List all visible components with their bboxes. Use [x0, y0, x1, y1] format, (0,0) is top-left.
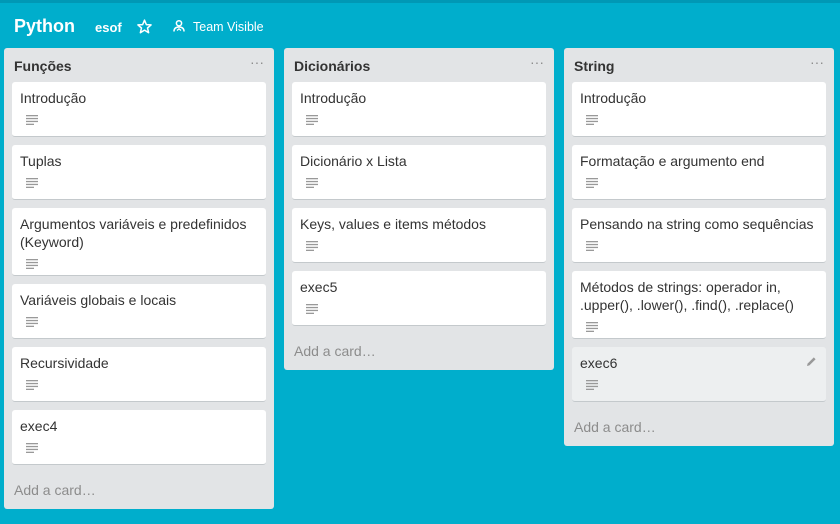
visibility-label[interactable]: Team Visible: [193, 20, 264, 34]
card[interactable]: exec4: [12, 410, 266, 465]
card[interactable]: Dicionário x Lista: [292, 145, 546, 200]
description-icon: [26, 443, 38, 453]
card[interactable]: Argumentos variáveis e predefinidos (Key…: [12, 208, 266, 276]
list-dicionarios: Dicionários ··· Introdução Dicionário x …: [284, 48, 554, 370]
card[interactable]: Métodos de strings: operador in, .upper(…: [572, 271, 826, 339]
list-title[interactable]: String: [574, 58, 614, 74]
card[interactable]: Tuplas: [12, 145, 266, 200]
card-title: Argumentos variáveis e predefinidos (Key…: [20, 216, 247, 250]
description-icon: [586, 178, 598, 188]
card-title: Pensando na string como sequências: [580, 216, 814, 232]
list-string: String ··· Introdução Formatação e argum…: [564, 48, 834, 446]
pencil-icon[interactable]: [806, 356, 817, 367]
list-menu-icon[interactable]: ···: [250, 54, 264, 70]
description-icon: [306, 115, 318, 125]
add-card-button[interactable]: Add a card…: [4, 473, 274, 509]
add-card-button[interactable]: Add a card…: [284, 334, 554, 370]
description-icon: [306, 178, 318, 188]
card-title: Recursividade: [20, 355, 109, 371]
card-title: Variáveis globais e locais: [20, 292, 177, 308]
description-icon: [586, 241, 598, 251]
card-title: Introdução: [20, 90, 87, 106]
card[interactable]: Introdução: [292, 82, 546, 137]
card[interactable]: exec6: [572, 347, 826, 402]
card-title: Tuplas: [20, 153, 62, 169]
card[interactable]: Recursividade: [12, 347, 266, 402]
list-header: String ···: [564, 48, 834, 82]
description-icon: [306, 304, 318, 314]
list-title[interactable]: Funções: [14, 58, 72, 74]
card-title: Keys, values e items métodos: [300, 216, 486, 232]
description-icon: [586, 115, 598, 125]
list-menu-icon[interactable]: ···: [530, 54, 544, 70]
card-title: Introdução: [300, 90, 367, 106]
star-icon[interactable]: [137, 19, 152, 34]
card[interactable]: exec5: [292, 271, 546, 326]
card[interactable]: Variáveis globais e locais: [12, 284, 266, 339]
list-header: Funções ···: [4, 48, 274, 82]
list-funcoes: Funções ··· Introdução Tuplas Argumentos…: [4, 48, 274, 509]
board-header: Python esof Team Visible: [0, 0, 840, 48]
description-icon: [586, 322, 598, 332]
card-title: Formatação e argumento end: [580, 153, 765, 169]
card[interactable]: Introdução: [12, 82, 266, 137]
card-title: Introdução: [580, 90, 647, 106]
description-icon: [586, 380, 598, 390]
card-title: exec4: [20, 418, 58, 434]
description-icon: [26, 115, 38, 125]
description-icon: [26, 259, 38, 269]
add-card-button[interactable]: Add a card…: [564, 410, 834, 446]
description-icon: [306, 241, 318, 251]
card[interactable]: Pensando na string como sequências: [572, 208, 826, 263]
card-title: exec6: [580, 355, 618, 371]
list-header: Dicionários ···: [284, 48, 554, 82]
card[interactable]: Keys, values e items métodos: [292, 208, 546, 263]
board-org-link[interactable]: esof: [95, 20, 122, 35]
card-title: Métodos de strings: operador in, .upper(…: [580, 279, 794, 313]
description-icon: [26, 380, 38, 390]
list-menu-icon[interactable]: ···: [810, 54, 824, 70]
team-icon[interactable]: [172, 19, 186, 33]
list-title[interactable]: Dicionários: [294, 58, 370, 74]
card-title: exec5: [300, 279, 338, 295]
board-title[interactable]: Python: [14, 16, 75, 37]
description-icon: [26, 178, 38, 188]
card[interactable]: Introdução: [572, 82, 826, 137]
card[interactable]: Formatação e argumento end: [572, 145, 826, 200]
card-title: Dicionário x Lista: [300, 153, 407, 169]
description-icon: [26, 317, 38, 327]
